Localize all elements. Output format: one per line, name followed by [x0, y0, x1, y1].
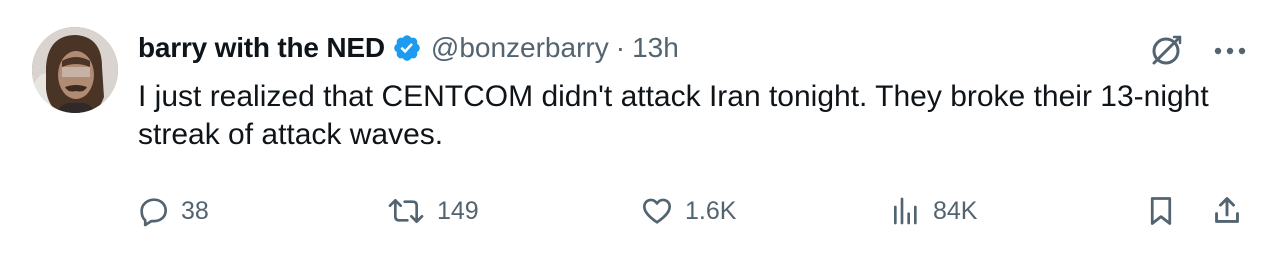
tweet-text: I just realized that CENTCOM didn't atta… — [138, 80, 1209, 151]
tweet[interactable]: barry with the NED @bonzerbarry · 13h I … — [0, 0, 1280, 254]
like-button[interactable]: 1.6K — [640, 191, 736, 231]
repost-count: 149 — [437, 196, 479, 225]
views-icon — [894, 197, 917, 225]
bookmark-icon — [1150, 197, 1172, 225]
grok-icon[interactable] — [1148, 33, 1184, 69]
views-count: 84K — [933, 196, 978, 225]
repost-button[interactable]: 149 — [386, 191, 479, 231]
like-count: 1.6K — [685, 196, 737, 225]
avatar-image — [32, 27, 118, 113]
avatar[interactable] — [32, 27, 118, 113]
author-handle[interactable]: @bonzerbarry — [431, 32, 609, 64]
tweet-action-bar: 38 149 1.6K 84K — [138, 191, 1246, 231]
heart-icon — [643, 198, 671, 224]
header-separator: · — [615, 32, 626, 63]
share-icon — [1215, 197, 1239, 223]
reply-button[interactable]: 38 — [138, 191, 209, 231]
bookmark-button[interactable] — [1146, 191, 1176, 231]
reply-count: 38 — [181, 196, 209, 225]
more-icon[interactable] — [1214, 46, 1246, 56]
reply-icon — [140, 198, 167, 227]
tweet-timestamp[interactable]: 13h — [632, 32, 679, 64]
views-button[interactable]: 84K — [890, 191, 977, 231]
author-display-name[interactable]: barry with the NED — [138, 32, 385, 64]
tweet-top-actions — [1148, 33, 1246, 69]
tweet-header: barry with the NED @bonzerbarry · 13h — [138, 28, 679, 68]
verified-badge-icon[interactable] — [392, 33, 422, 63]
repost-icon — [388, 199, 424, 223]
share-button[interactable] — [1211, 191, 1243, 231]
